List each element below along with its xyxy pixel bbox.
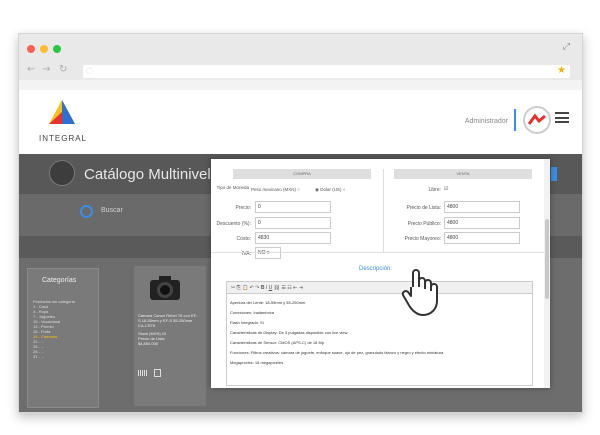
category-title: Categorías xyxy=(42,277,77,284)
user-avatar[interactable] xyxy=(523,106,551,134)
libre-label: Libre: xyxy=(428,187,441,193)
product-card[interactable]: Cámara Canon Rebel T6 con EF-S 18-55mm y… xyxy=(134,266,206,406)
descuento-label: Descuento (%): xyxy=(216,221,251,227)
column-divider xyxy=(383,169,384,253)
bulleted-list-icon[interactable]: ☷ xyxy=(287,285,291,291)
precio-lista-label: Precio de Lista: xyxy=(406,205,441,211)
underline-icon[interactable]: U xyxy=(269,285,273,291)
maximize-dot[interactable] xyxy=(53,45,61,53)
modal-scrollbar[interactable] xyxy=(544,159,550,388)
pointer-hand-icon xyxy=(401,269,438,316)
bold-icon[interactable]: B xyxy=(261,285,265,291)
minimize-dot[interactable] xyxy=(40,45,48,53)
libre-checkbox[interactable]: ☑ xyxy=(444,186,448,192)
currency-mxn-option[interactable]: Peso mexicano (MXN) ○ xyxy=(251,187,300,192)
hamburger-menu-icon[interactable] xyxy=(555,112,569,123)
iva-select[interactable]: NO ▾ xyxy=(255,247,281,259)
reload-icon[interactable]: ↻ xyxy=(59,64,67,75)
precio-input[interactable]: 0 xyxy=(255,201,331,213)
forward-arrow-icon[interactable]: → xyxy=(42,64,50,75)
costo-label: Costo: xyxy=(236,236,251,242)
barcode-icon[interactable] xyxy=(138,370,147,376)
integral-logo-icon[interactable] xyxy=(47,98,77,126)
outdent-icon[interactable]: ⇤ xyxy=(293,285,297,291)
trash-icon[interactable] xyxy=(154,369,161,377)
close-dot[interactable] xyxy=(27,45,35,53)
site-header: INTEGRAL Administrador xyxy=(19,90,582,154)
address-bar[interactable]: ◌ ★ xyxy=(83,65,570,78)
catalog-cube-icon xyxy=(49,160,75,186)
window-titlebar: ⤢ xyxy=(19,34,582,62)
product-edit-modal: COMPRA VENTA Tipo de Moneda Peso mexican… xyxy=(211,159,550,388)
product-info: Cámara Canon Rebel T6 con EF-S 18-55mm y… xyxy=(138,313,198,346)
expand-icon[interactable]: ⤢ xyxy=(563,42,570,52)
tipo-moneda-label: Tipo de Moneda xyxy=(216,185,249,190)
precio-publico-input[interactable]: 4800 xyxy=(444,217,520,229)
camera-icon xyxy=(150,276,180,300)
product-price: $4,850.000 xyxy=(138,341,159,346)
avatar-mark-icon xyxy=(527,113,546,125)
description-editor[interactable]: ✂ ⎘ 📋 ↶ ↷ B I U ⛓ ☰ ☷ ⇤ ⇥ Apertura del L… xyxy=(226,281,533,386)
site-info-icon[interactable]: ◌ xyxy=(86,66,93,75)
description-line: Características de Sensor: CMOS (APS-C) … xyxy=(230,340,325,345)
description-line: Funciones: Filtros creativos: cámara de … xyxy=(230,350,444,355)
header-divider xyxy=(514,109,516,131)
link-icon[interactable]: ⛓ xyxy=(274,285,280,291)
precio-mayoreo-label: Precio Mayoreo: xyxy=(404,236,441,242)
browser-toolbar: ← → ↻ ◌ ★ xyxy=(19,62,582,80)
cut-icon[interactable]: ✂ xyxy=(231,285,235,291)
search-input[interactable]: Buscar xyxy=(101,207,123,214)
logo-text: INTEGRAL xyxy=(39,134,88,143)
category-sidebar: Categorías Productos sin categoria 1 - C… xyxy=(27,268,99,408)
radio-mxn[interactable]: ○ xyxy=(297,187,300,192)
catalog-menu-icon[interactable] xyxy=(551,167,557,181)
star-icon[interactable]: ★ xyxy=(557,65,566,76)
admin-label[interactable]: Administrador xyxy=(465,118,508,125)
back-arrow-icon[interactable]: ← xyxy=(27,64,35,75)
section-divider xyxy=(211,252,544,253)
italic-icon[interactable]: I xyxy=(266,285,267,291)
product-code: CA-CRT6 xyxy=(138,323,156,328)
editor-toolbar: ✂ ⎘ 📋 ↶ ↷ B I U ⛓ ☰ ☷ ⇤ ⇥ xyxy=(227,282,532,294)
search-icon[interactable] xyxy=(80,205,93,218)
paste-icon[interactable]: 📋 xyxy=(242,285,248,291)
compra-header: COMPRA xyxy=(233,169,371,179)
description-line: Flash Integrado: Sí xyxy=(230,320,264,325)
copy-icon[interactable]: ⎘ xyxy=(237,285,241,291)
precio-publico-label: Precio Público: xyxy=(407,221,441,227)
currency-usd-option[interactable]: ◉ Dolar (US) ○ xyxy=(315,187,345,193)
category-list: Productos sin categoria 1 - Casa 4 - Rop… xyxy=(33,299,75,359)
indent-icon[interactable]: ⇥ xyxy=(299,285,303,291)
redo-icon[interactable]: ↷ xyxy=(255,285,259,291)
product-name[interactable]: Cámara Canon Rebel T6 con EF-S 18-55mm y… xyxy=(138,313,198,323)
costo-input[interactable]: 4830 xyxy=(255,232,331,244)
radio-usd[interactable]: ◉ xyxy=(315,187,319,192)
precio-lista-input[interactable]: 4800 xyxy=(444,201,520,213)
ordered-list-icon[interactable]: ☰ xyxy=(281,285,285,291)
descripcion-label: Descripción: xyxy=(359,266,393,272)
venta-header: VENTA xyxy=(394,169,532,179)
description-line: Características de Display: De 3 pulgada… xyxy=(230,330,348,335)
description-line: Megapíxeles: 18 megapíxeles xyxy=(230,360,284,365)
undo-icon[interactable]: ↶ xyxy=(250,285,254,291)
precio-mayoreo-input[interactable]: 4800 xyxy=(444,232,520,244)
descuento-input[interactable]: 0 xyxy=(255,217,331,229)
catalog-title: Catálogo Multinivel xyxy=(84,166,211,183)
scrollbar-thumb[interactable] xyxy=(545,219,549,299)
precio-label: Precio: xyxy=(235,205,251,211)
category-item[interactable]: 31 - ... xyxy=(33,354,75,359)
